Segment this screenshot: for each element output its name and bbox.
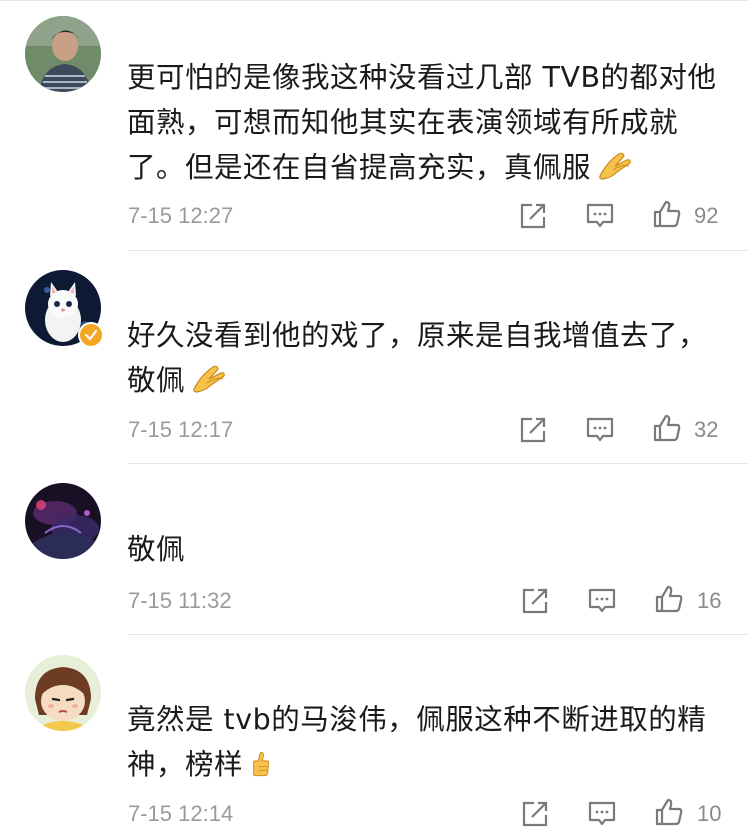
comment-icon [588,801,616,826]
like-button[interactable] [652,199,682,229]
comment-time: 7-15 11:32 [128,588,232,613]
avatar[interactable] [25,655,101,731]
clap-hands-emoji [599,152,631,180]
comment-text: 敬佩 [127,533,186,566]
top-divider [0,0,749,1]
avatar[interactable] [25,16,101,92]
avatar[interactable] [25,483,101,559]
comment-text: 竟然是 tvb的马浚伟，佩服这种不断进取的精神，榜样 [127,703,707,781]
check-icon [84,329,98,341]
divider [128,250,749,251]
share-icon [522,588,548,614]
like-icon [655,585,683,613]
like-count: 10 [697,801,722,826]
share-icon [520,203,546,229]
comment-time: 7-15 12:14 [128,801,234,826]
comment-time: 7-15 12:27 [128,203,234,228]
divider [128,634,749,635]
like-button[interactable] [654,797,684,827]
share-icon [520,417,546,443]
divider [128,463,749,464]
comment-button[interactable] [585,201,615,231]
like-count: 16 [697,588,722,613]
comment-button[interactable] [585,415,615,445]
comment-text: 好久没看到他的戏了，原来是自我增值去了，敬佩 [127,319,708,397]
like-count: 92 [694,203,719,228]
share-icon [522,801,548,827]
like-icon [653,414,681,442]
comment-text: 更可怕的是像我这种没看过几部 TVB的都对他面熟，可想而知他其实在表演领域有所成… [127,61,717,184]
comment-button[interactable] [587,586,617,616]
share-button[interactable] [520,799,550,829]
comment-icon [586,417,614,442]
like-button[interactable] [654,584,684,614]
like-icon [653,200,681,228]
comment-time: 7-15 12:17 [128,417,234,442]
thumbs-up-emoji [253,752,270,777]
share-button[interactable] [520,586,550,616]
like-count: 32 [694,417,719,442]
like-icon [655,798,683,826]
verified-badge [78,322,104,348]
comment-button[interactable] [587,799,617,829]
like-button[interactable] [652,413,682,443]
comment-icon [586,203,614,228]
clap-hands-emoji [193,365,225,393]
share-button[interactable] [518,201,548,231]
comment-icon [588,588,616,613]
share-button[interactable] [518,415,548,445]
